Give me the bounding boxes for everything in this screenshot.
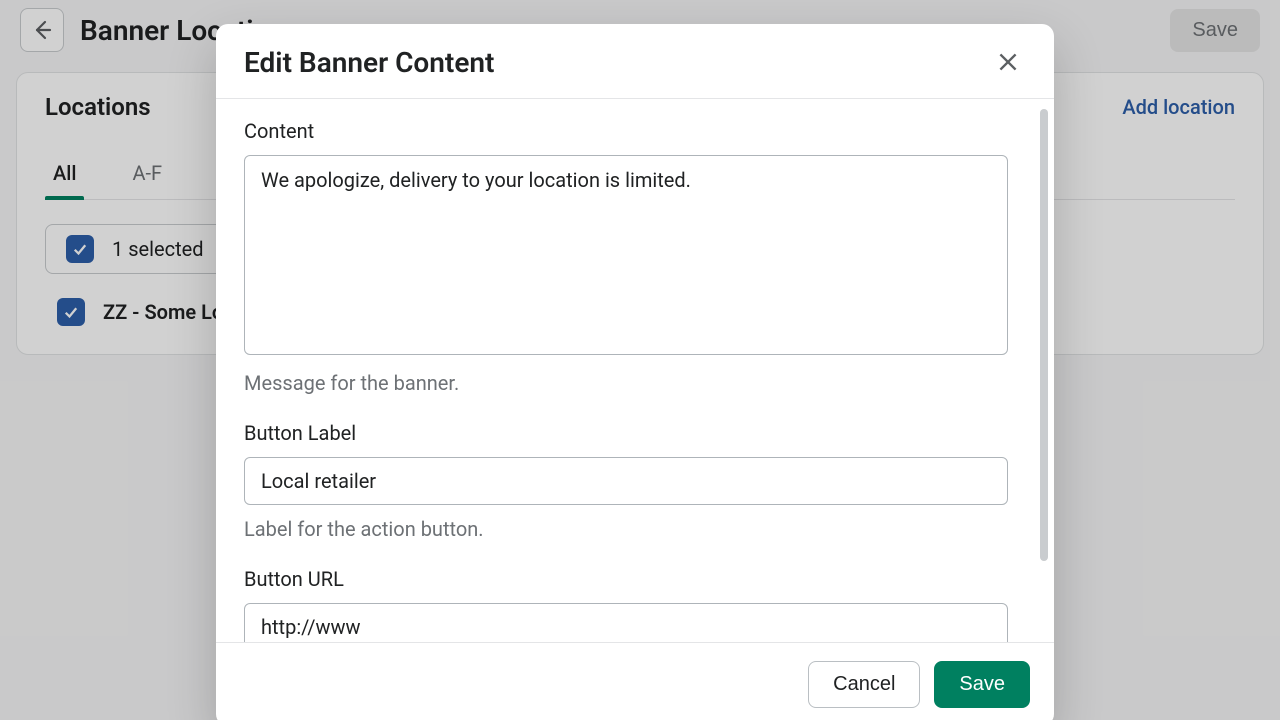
close-button[interactable] <box>990 44 1026 80</box>
modal-title: Edit Banner Content <box>244 46 494 79</box>
modal-header: Edit Banner Content <box>216 24 1054 99</box>
save-button[interactable]: Save <box>934 661 1030 708</box>
modal-body: Content Message for the banner. Button L… <box>216 99 1054 642</box>
button-label-help: Label for the action button. <box>244 517 1026 541</box>
content-label: Content <box>244 119 1026 143</box>
modal-footer: Cancel Save <box>216 642 1054 720</box>
scrollbar-thumb[interactable] <box>1040 109 1048 561</box>
button-url-label: Button URL <box>244 567 1026 591</box>
close-icon <box>995 49 1021 75</box>
field-content: Content Message for the banner. <box>244 119 1026 395</box>
modal-body-wrap: Content Message for the banner. Button L… <box>216 99 1054 642</box>
cancel-button[interactable]: Cancel <box>808 661 920 708</box>
button-url-input[interactable] <box>244 603 1008 642</box>
button-label-input[interactable] <box>244 457 1008 505</box>
edit-banner-modal: Edit Banner Content Content Message for … <box>216 24 1054 720</box>
content-help: Message for the banner. <box>244 371 1026 395</box>
button-label-label: Button Label <box>244 421 1026 445</box>
content-textarea[interactable] <box>244 155 1008 355</box>
field-button-label: Button Label Label for the action button… <box>244 421 1026 541</box>
field-button-url: Button URL <box>244 567 1026 642</box>
